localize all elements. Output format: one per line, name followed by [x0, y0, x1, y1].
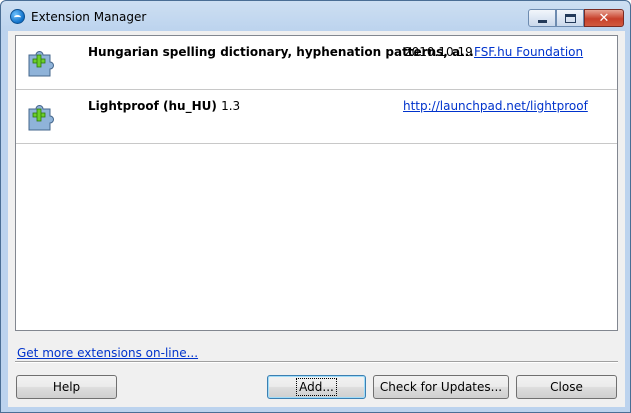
get-more-extensions-link[interactable]: Get more extensions on-line...	[17, 346, 198, 360]
add-button[interactable]: Add...	[267, 375, 366, 399]
close-icon: ✕	[598, 10, 610, 26]
window-title: Extension Manager	[31, 10, 147, 24]
dialog-body: Hungarian spelling dictionary, hyphenati…	[8, 31, 625, 407]
minimize-button[interactable]	[528, 9, 556, 27]
close-button[interactable]: Close	[516, 375, 617, 399]
extension-list[interactable]: Hungarian spelling dictionary, hyphenati…	[15, 35, 618, 331]
minimize-icon	[537, 19, 547, 23]
extension-name: Lightproof (hu_HU) 1.3	[88, 99, 241, 113]
add-button-label: Add...	[296, 378, 337, 396]
maximize-icon	[564, 13, 576, 23]
extension-publisher-link[interactable]: FSF.hu Foundation	[474, 45, 583, 59]
check-for-updates-button[interactable]: Check for Updates...	[373, 375, 509, 399]
title-bar[interactable]: Extension Manager ✕	[1, 1, 630, 31]
extension-date: 2010.10.19	[404, 45, 473, 59]
help-button[interactable]: Help	[16, 375, 117, 399]
extension-publisher-link[interactable]: http://launchpad.net/lightproof	[403, 99, 588, 113]
extension-manager-window: Extension Manager ✕ Hungarian spelling d…	[0, 0, 631, 413]
openoffice-icon	[10, 9, 25, 24]
puzzle-extension-icon	[28, 105, 54, 131]
extension-row-hungarian[interactable]: Hungarian spelling dictionary, hyphenati…	[16, 36, 617, 90]
maximize-button[interactable]	[556, 9, 584, 27]
puzzle-extension-icon	[28, 51, 54, 77]
close-window-button[interactable]: ✕	[584, 9, 624, 27]
extension-version: 1.3	[221, 99, 241, 113]
separator	[15, 361, 618, 363]
extension-row-lightproof[interactable]: Lightproof (hu_HU) 1.3 http://launchpad.…	[16, 90, 617, 144]
